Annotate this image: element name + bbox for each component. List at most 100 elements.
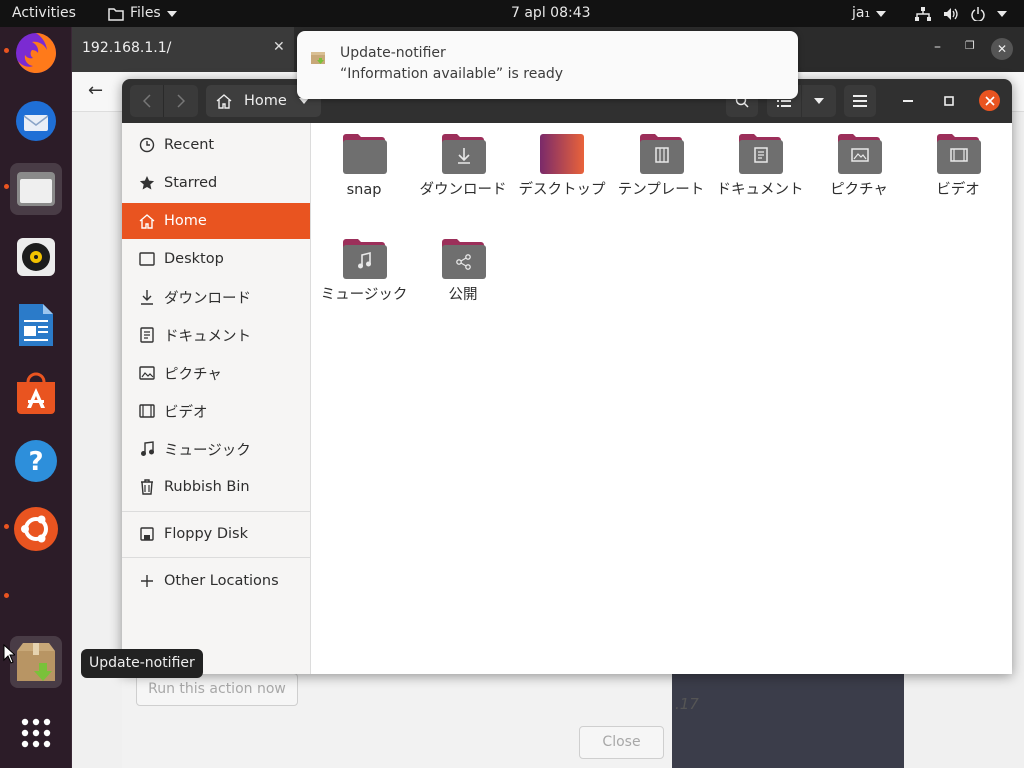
folder-item-documents[interactable]: ドキュメント	[712, 133, 808, 201]
update-notifier-icon	[17, 643, 55, 681]
view-options-button[interactable]	[802, 85, 836, 117]
folder-item-templates[interactable]: テンプレート	[613, 133, 709, 201]
close-icon	[984, 95, 995, 106]
help-icon: ?	[15, 440, 57, 482]
maximize-icon	[944, 96, 954, 106]
forward-button[interactable]	[164, 85, 198, 117]
network-icon	[915, 6, 931, 21]
running-indicator	[4, 524, 9, 529]
system-menu[interactable]	[915, 0, 1007, 27]
music-folder-icon	[341, 238, 387, 280]
folder-item-downloads[interactable]: ダウンロード	[415, 133, 511, 201]
close-button[interactable]	[979, 90, 1000, 111]
dialog-close-button[interactable]: Close	[579, 726, 664, 759]
star-icon	[139, 176, 155, 190]
main-menu-button[interactable]	[844, 85, 876, 117]
maximize-button[interactable]	[939, 91, 959, 111]
trash-icon	[141, 479, 153, 495]
rhythmbox-icon	[17, 238, 55, 276]
app-menu[interactable]: Files	[108, 0, 177, 27]
sidebar-item-home[interactable]: Home	[122, 203, 310, 239]
sidebar-item-downloads[interactable]: ダウンロード	[122, 279, 310, 315]
dock-rhythmbox[interactable]	[10, 231, 62, 283]
sidebar-item-desktop[interactable]: Desktop	[122, 241, 310, 277]
dock-software[interactable]	[10, 367, 62, 419]
mouse-cursor-icon	[3, 644, 15, 664]
dock-help[interactable]: ?	[10, 435, 62, 487]
desktop-folder-icon	[539, 133, 585, 175]
chevron-down-icon	[876, 10, 887, 17]
background-panel	[672, 672, 904, 768]
notification-title: Update-notifier	[340, 45, 446, 61]
sidebar-item-label: Floppy Disk	[164, 526, 248, 542]
home-icon	[216, 93, 232, 109]
folder-item-pictures[interactable]: ピクチャ	[811, 133, 907, 201]
dock-ubuntu[interactable]	[10, 503, 62, 555]
volume-icon	[944, 7, 958, 20]
template-folder-icon	[638, 133, 684, 175]
folder-name: 公開	[448, 287, 478, 303]
svg-text:?: ?	[28, 447, 43, 477]
ubuntu-icon	[14, 507, 58, 551]
sidebar-item-documents[interactable]: ドキュメント	[122, 317, 310, 353]
close-tab-icon[interactable]: ✕	[273, 39, 285, 55]
input-method-label: ja₁	[852, 5, 871, 21]
sidebar-item-recent[interactable]: Recent	[122, 127, 310, 163]
notification-body: “Information available” is ready	[340, 66, 564, 82]
running-indicator	[4, 48, 9, 53]
chevron-down-icon	[997, 10, 1007, 17]
activities-button[interactable]: Activities	[12, 0, 76, 27]
dock-thunderbird[interactable]	[10, 95, 62, 147]
running-indicator	[4, 184, 9, 189]
close-window-icon[interactable]: ✕	[991, 38, 1013, 60]
document-folder-icon	[737, 133, 783, 175]
chevron-left-icon	[142, 94, 151, 108]
music-icon	[141, 441, 154, 456]
dock-firefox[interactable]	[10, 27, 62, 79]
sidebar-item-pictures[interactable]: ピクチャ	[122, 355, 310, 391]
sidebar-item-label: Rubbish Bin	[164, 479, 250, 495]
path-label: Home	[244, 93, 287, 109]
sidebar-item-starred[interactable]: Starred	[122, 165, 310, 201]
sidebar-item-trash[interactable]: Rubbish Bin	[122, 469, 310, 505]
folder-name: ミュージック	[320, 287, 408, 303]
dock-writer[interactable]	[10, 299, 62, 351]
sidebar-item-label: Other Locations	[164, 573, 279, 589]
home-icon	[139, 213, 155, 229]
sidebar-item-music[interactable]: ミュージック	[122, 431, 310, 467]
sidebar-item-label: Desktop	[164, 251, 224, 267]
sidebar-item-videos[interactable]: ビデオ	[122, 393, 310, 429]
folder-item-desktop[interactable]: デスクトップ	[514, 133, 610, 201]
notification-banner[interactable]: Update-notifier “Information available” …	[297, 31, 798, 99]
video-folder-icon	[935, 133, 981, 175]
file-view: snap ダウンロード デスクトップ テンプレート ドキュメント ピクチャ ビデ…	[312, 123, 1012, 674]
minimize-icon[interactable]: –	[934, 39, 941, 55]
floppy-disk-icon	[140, 527, 154, 541]
sidebar-item-label: ドキュメント	[164, 328, 251, 345]
folder-name: ドキュメント	[716, 182, 804, 198]
restore-icon[interactable]: ❐	[965, 39, 975, 52]
show-applications-button[interactable]	[10, 707, 62, 759]
dock-tooltip: Update-notifier	[81, 649, 203, 678]
back-button[interactable]	[130, 85, 164, 117]
picture-icon	[139, 366, 155, 380]
back-arrow-icon[interactable]: ←	[88, 80, 103, 101]
folder-item-public[interactable]: 公開	[415, 238, 511, 306]
chevron-right-icon	[177, 94, 185, 108]
input-method-menu[interactable]: ja₁	[852, 0, 887, 27]
folder-item-videos[interactable]: ビデオ	[910, 133, 1006, 201]
folder-item-snap[interactable]: snap	[316, 133, 412, 201]
sidebar-item-other-locations[interactable]: Other Locations	[122, 563, 310, 599]
minimize-button[interactable]	[898, 91, 918, 111]
dock-update-notifier[interactable]	[10, 636, 62, 688]
download-icon	[141, 290, 153, 305]
picture-folder-icon	[836, 133, 882, 175]
running-indicator	[4, 593, 9, 598]
browser-tab[interactable]: 192.168.1.1/ ✕	[72, 27, 294, 72]
sidebar-item-floppy[interactable]: Floppy Disk	[122, 516, 310, 552]
clock[interactable]: 7 apl 08:43	[511, 0, 591, 27]
dock-files[interactable]	[10, 163, 62, 215]
power-icon	[971, 6, 985, 21]
folder-item-music[interactable]: ミュージック	[316, 238, 412, 306]
app-grid-icon	[21, 718, 51, 748]
